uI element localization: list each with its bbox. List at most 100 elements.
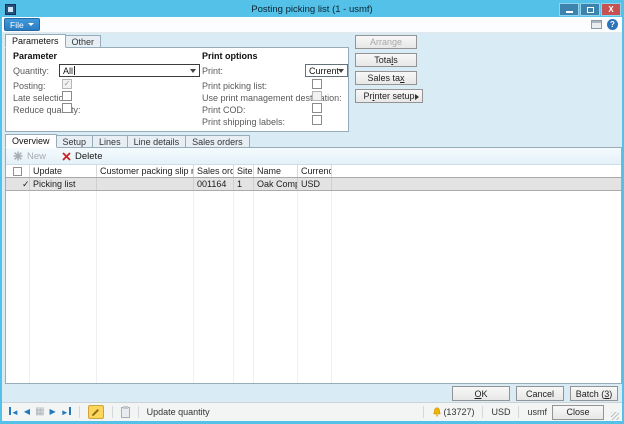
tab-parameters[interactable]: Parameters (5, 34, 66, 48)
divider (79, 406, 80, 418)
column-header-currency[interactable]: Currency (298, 165, 332, 177)
posting-checkbox[interactable]: ✓ (62, 79, 72, 89)
late-selection-checkbox[interactable] (62, 91, 72, 101)
pencil-icon (91, 408, 100, 417)
cell-update[interactable]: Picking list (30, 178, 97, 190)
print-cod-label: Print COD: (202, 105, 246, 115)
last-record-button[interactable]: ► (61, 407, 71, 417)
cell-packing-slip[interactable] (97, 178, 194, 190)
chevron-down-icon (338, 69, 344, 73)
close-window-button[interactable]: X (601, 3, 621, 16)
statusbar-right: (13727) USD usmf Close (420, 405, 619, 420)
print-label: Print: (202, 66, 223, 76)
minimize-button[interactable] (559, 3, 579, 16)
new-button[interactable]: New (13, 151, 46, 162)
print-cod-checkbox[interactable] (312, 103, 322, 113)
posting-label: Posting: (13, 81, 46, 91)
sales-tax-button[interactable]: Sales tax (355, 71, 417, 85)
use-print-mgmt-checkbox[interactable] (312, 91, 322, 101)
bell-icon (432, 407, 442, 418)
title-bar: Posting picking list (1 - usmf) X (2, 2, 622, 17)
print-picking-list-checkbox[interactable] (312, 79, 322, 89)
submenu-arrow-icon (415, 94, 419, 100)
printer-setup-button[interactable]: Printer setup (355, 89, 423, 103)
print-picking-list-label: Print picking list: (202, 81, 267, 91)
file-menu-button[interactable]: File (4, 18, 40, 31)
notifications-indicator[interactable]: (13727) (432, 407, 474, 418)
cancel-button[interactable]: Cancel (516, 386, 564, 401)
parameters-panel: Parameter Quantity: All Posting: ✓ Late … (5, 47, 349, 132)
print-value: Current (309, 66, 339, 76)
row-update-checkbox-cell[interactable]: ✓ (6, 178, 30, 190)
maximize-button[interactable] (580, 3, 600, 16)
column-header-sales-order[interactable]: Sales order (194, 165, 234, 177)
print-options-heading: Print options (202, 51, 258, 61)
quantity-combobox[interactable]: All (59, 64, 200, 77)
edit-mode-button[interactable] (88, 405, 104, 419)
column-header-update[interactable]: Update (30, 165, 97, 177)
tab-overview[interactable]: Overview (5, 134, 57, 148)
divider (112, 406, 113, 418)
currency-field[interactable]: USD (491, 407, 510, 417)
ok-button[interactable]: OK (452, 386, 510, 401)
cell-currency[interactable]: USD (298, 178, 332, 190)
grid-tabstrip: Overview Setup Lines Line details Sales … (5, 134, 250, 148)
previous-record-button[interactable]: ◀ (24, 408, 30, 416)
side-button-group: Arrange Totals Sales tax Printer setup (355, 35, 423, 103)
select-all-checkbox[interactable] (13, 167, 22, 176)
divider (518, 406, 519, 418)
column-header-filler (332, 165, 621, 177)
print-combobox[interactable]: Current (305, 64, 348, 77)
resize-grip[interactable] (611, 412, 619, 420)
divider (138, 406, 139, 418)
dropdown-arrow-icon (28, 23, 34, 26)
close-button[interactable]: Close (552, 405, 604, 420)
company-field[interactable]: usmf (527, 407, 547, 417)
quantity-value: All (63, 66, 73, 76)
restore-layout-icon[interactable] (591, 20, 602, 29)
arrange-button[interactable]: Arrange (355, 35, 417, 49)
overview-grid-panel: New Delete Update Customer packing slip … (5, 147, 622, 384)
grid-view-icon[interactable]: ▦ (35, 407, 44, 417)
new-label: New (27, 151, 46, 162)
parameter-group-heading: Parameter (13, 51, 57, 61)
menu-bar: File ? (2, 17, 622, 33)
column-header-name[interactable]: Name (254, 165, 298, 177)
clipboard-icon[interactable] (121, 407, 130, 418)
quantity-label: Quantity: (13, 66, 49, 76)
posting-picking-list-window: Posting picking list (1 - usmf) X File ?… (0, 0, 624, 424)
grid-empty-area (6, 191, 621, 383)
file-menu-label: File (10, 20, 24, 30)
next-record-button[interactable]: ▶ (50, 408, 56, 416)
status-bar: ◄ ◀ ▦ ▶ ► Update quantity (13727) USD (2, 402, 622, 421)
parameter-tabstrip: Parameters Other (5, 34, 101, 48)
column-header-packing-slip[interactable]: Customer packing slip number (97, 165, 194, 177)
footer-button-row: OK Cancel Batch (3) (452, 386, 618, 401)
print-shipping-labels-checkbox[interactable] (312, 115, 322, 125)
reduce-quantity-checkbox[interactable] (62, 103, 72, 113)
grid-toolbar: New Delete (6, 148, 621, 165)
cell-name[interactable]: Oak Comp… (254, 178, 298, 190)
window-title: Posting picking list (1 - usmf) (2, 2, 622, 17)
batch-button[interactable]: Batch (3) (570, 386, 618, 401)
help-icon[interactable]: ? (607, 19, 618, 30)
column-header-site[interactable]: Site (234, 165, 254, 177)
first-record-button[interactable]: ◄ (9, 407, 19, 417)
divider (482, 406, 483, 418)
totals-button[interactable]: Totals (355, 53, 417, 67)
select-all-column-header[interactable] (6, 165, 30, 177)
delete-button[interactable]: Delete (62, 151, 102, 162)
grid-header-row: Update Customer packing slip number Sale… (6, 165, 621, 178)
status-help-text: Update quantity (147, 407, 210, 417)
record-navigation: ◄ ◀ ▦ ▶ ► (9, 407, 71, 417)
cell-sales-order[interactable]: 001164 (194, 178, 234, 190)
delete-label: Delete (75, 151, 102, 162)
chevron-down-icon (190, 69, 196, 73)
cell-site[interactable]: 1 (234, 178, 254, 190)
divider (423, 406, 424, 418)
delete-x-icon (62, 152, 71, 161)
new-record-icon (13, 151, 23, 161)
print-shipping-labels-label: Print shipping labels: (202, 117, 285, 127)
table-row[interactable]: ✓ Picking list 001164 1 Oak Comp… USD (6, 178, 621, 191)
notification-count: (13727) (443, 407, 474, 417)
